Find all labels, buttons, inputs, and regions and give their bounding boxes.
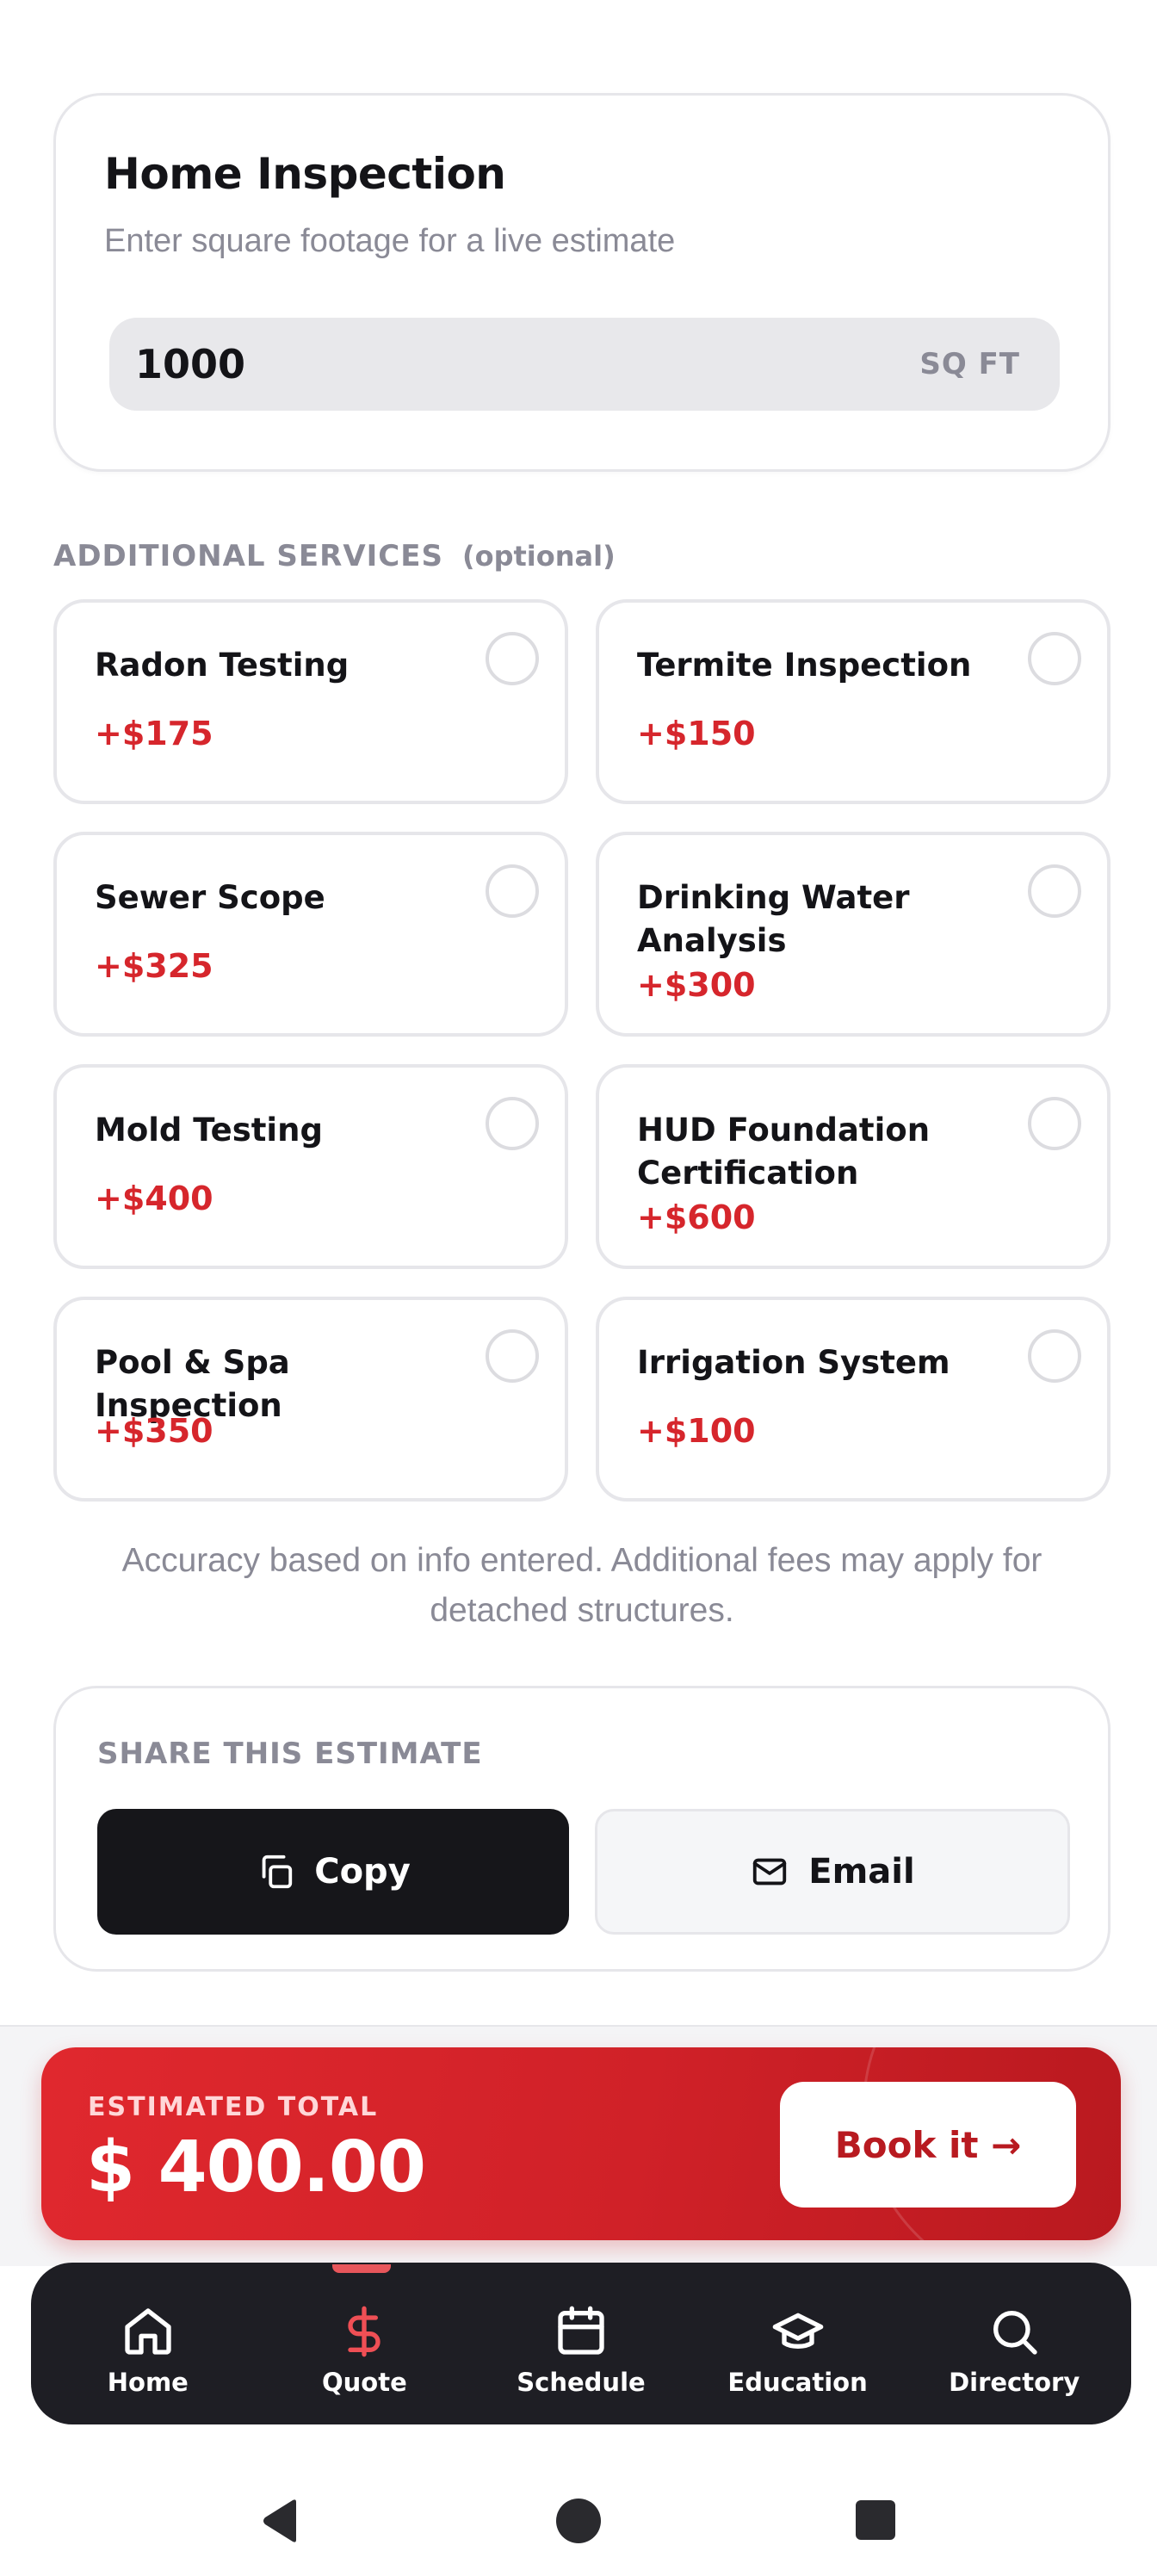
- service-price: +$300: [637, 966, 756, 1004]
- nav-label: Quote: [322, 2368, 407, 2397]
- square-footage-value[interactable]: 1000: [135, 341, 245, 387]
- recent-apps-icon[interactable]: [856, 2500, 895, 2540]
- service-card-sewer-scope[interactable]: Sewer Scope +$325: [53, 832, 568, 1037]
- nav-label: Schedule: [517, 2368, 646, 2397]
- additional-services-header: ADDITIONAL SERVICES (optional): [53, 539, 616, 573]
- service-radio[interactable]: [486, 1329, 539, 1383]
- inspection-subtitle: Enter square footage for a live estimate: [104, 223, 676, 259]
- service-price: +$350: [95, 1412, 213, 1450]
- service-radio[interactable]: [1028, 632, 1081, 685]
- email-button[interactable]: Email: [595, 1809, 1070, 1935]
- inspection-title: Home Inspection: [104, 149, 506, 199]
- service-name: Mold Testing: [95, 1112, 323, 1149]
- nav-item-directory[interactable]: Directory: [911, 2290, 1117, 2397]
- service-price: +$175: [95, 715, 213, 752]
- service-radio[interactable]: [486, 1097, 539, 1150]
- share-title: SHARE THIS ESTIMATE: [97, 1737, 483, 1771]
- share-estimate-card: SHARE THIS ESTIMATE Copy Email: [53, 1686, 1111, 1972]
- estimated-total-amount: $ 400.00: [86, 2127, 426, 2208]
- service-card-radon-testing[interactable]: Radon Testing +$175: [53, 599, 568, 804]
- service-radio[interactable]: [1028, 1097, 1081, 1150]
- service-name: Irrigation System: [637, 1344, 950, 1381]
- service-card-mold-testing[interactable]: Mold Testing +$400: [53, 1064, 568, 1269]
- optional-label: (optional): [461, 540, 616, 573]
- nav-item-education[interactable]: Education: [695, 2290, 901, 2397]
- service-name: Radon Testing: [95, 647, 350, 684]
- service-card-pool-spa-inspection[interactable]: Pool & Spa Inspection +$350: [53, 1297, 568, 1502]
- service-card-termite-inspection[interactable]: Termite Inspection +$150: [596, 599, 1111, 804]
- square-footage-input[interactable]: 1000 SQ FT: [109, 318, 1060, 411]
- system-navigation-bar: [0, 2454, 1157, 2576]
- estimated-total-label: ESTIMATED TOTAL: [88, 2092, 379, 2122]
- email-label: Email: [808, 1852, 915, 1892]
- book-it-button[interactable]: Book it →: [780, 2082, 1076, 2208]
- service-price: +$100: [637, 1412, 756, 1450]
- estimated-total-bar: ESTIMATED TOTAL $ 400.00 Book it →: [41, 2047, 1121, 2240]
- search-icon: [993, 2311, 1037, 2355]
- service-name: Drinking Water Analysis: [637, 879, 910, 959]
- home-icon: [125, 2308, 171, 2355]
- copy-button[interactable]: Copy: [97, 1809, 569, 1935]
- active-tab-indicator: [332, 2264, 391, 2273]
- nav-label: Directory: [949, 2368, 1080, 2397]
- bottom-navigation: Home Quote Schedule Education Directory: [31, 2263, 1131, 2424]
- service-price: +$400: [95, 1180, 213, 1217]
- back-icon[interactable]: [258, 2499, 303, 2543]
- service-radio[interactable]: [486, 632, 539, 685]
- service-radio[interactable]: [1028, 864, 1081, 918]
- calendar-icon: [558, 2306, 604, 2355]
- service-price: +$600: [637, 1198, 756, 1236]
- nav-item-schedule[interactable]: Schedule: [478, 2290, 684, 2397]
- service-card-drinking-water-analysis[interactable]: Drinking Water Analysis +$300: [596, 832, 1111, 1037]
- service-price: +$325: [95, 947, 213, 985]
- service-card-hud-foundation-certification[interactable]: HUD Foundation Certification +$600: [596, 1064, 1111, 1269]
- quote-screen: Home Inspection Enter square footage for…: [0, 0, 1157, 2576]
- square-footage-unit: SQ FT: [919, 347, 1020, 381]
- nav-item-home[interactable]: Home: [45, 2290, 251, 2397]
- service-card-irrigation-system[interactable]: Irrigation System +$100: [596, 1297, 1111, 1502]
- home-inspection-card: Home Inspection Enter square footage for…: [53, 93, 1111, 472]
- service-name: Sewer Scope: [95, 879, 325, 916]
- nav-label: Home: [107, 2368, 189, 2397]
- copy-label: Copy: [314, 1852, 411, 1892]
- graduation-cap-icon: [772, 2313, 823, 2349]
- nav-label: Education: [727, 2368, 868, 2397]
- service-radio[interactable]: [1028, 1329, 1081, 1383]
- mail-icon: [753, 1858, 787, 1886]
- additional-services-title: ADDITIONAL SERVICES: [53, 539, 443, 573]
- service-price: +$150: [637, 715, 756, 752]
- service-name: Termite Inspection: [637, 647, 972, 684]
- nav-item-quote[interactable]: Quote: [261, 2290, 467, 2397]
- home-circle-icon[interactable]: [556, 2499, 601, 2543]
- service-radio[interactable]: [486, 864, 539, 918]
- dollar-icon: [348, 2306, 381, 2357]
- service-name: HUD Foundation Certification: [637, 1112, 931, 1192]
- disclaimer-text: Accuracy based on info entered. Addition…: [121, 1542, 1043, 1629]
- copy-icon: [262, 1855, 293, 1889]
